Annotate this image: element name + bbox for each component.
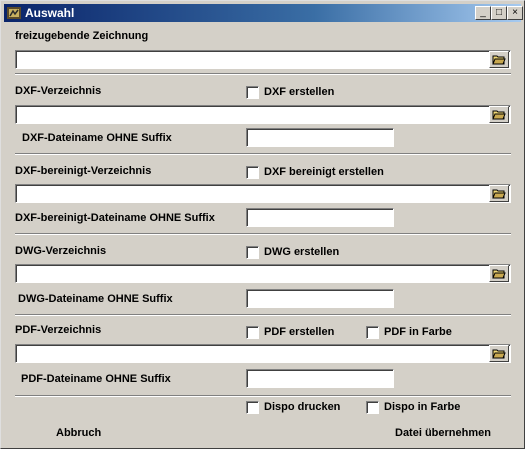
zeichnung-label: freizugebende Zeichnung (15, 30, 149, 42)
folder-open-icon (492, 269, 506, 279)
dxf-bereinigt-filename-input[interactable] (246, 208, 394, 227)
pdf-filename-label: PDF-Dateiname OHNE Suffix (21, 373, 171, 385)
pdf-color-label[interactable]: PDF in Farbe (384, 326, 452, 339)
dispo-print-checkbox[interactable] (246, 401, 259, 414)
dxf-bereinigt-browse-button[interactable] (489, 185, 509, 202)
window-title: Auswahl (25, 6, 75, 20)
pdf-dir-label: PDF-Verzeichnis (15, 324, 102, 336)
zeichnung-path-input[interactable] (15, 50, 511, 69)
dxf-dir-label: DXF-Verzeichnis (15, 85, 102, 97)
dispo-color-label[interactable]: Dispo in Farbe (384, 401, 460, 414)
dxf-filename-label: DXF-Dateiname OHNE Suffix (22, 132, 172, 144)
dispo-print-label[interactable]: Dispo drucken (264, 401, 340, 414)
cancel-button[interactable]: Abbruch (56, 427, 101, 440)
dxf-create-label[interactable]: DXF erstellen (264, 86, 334, 99)
accept-file-button[interactable]: Datei übernehmen (395, 427, 491, 440)
minimize-button[interactable]: _ (475, 6, 491, 20)
pdf-filename-input[interactable] (246, 369, 394, 388)
separator (15, 73, 511, 75)
folder-open-icon (492, 189, 506, 199)
dwg-create-checkbox[interactable] (246, 246, 259, 259)
dwg-path-input[interactable] (15, 264, 511, 283)
pdf-create-label[interactable]: PDF erstellen (264, 326, 334, 339)
dwg-dir-label: DWG-Verzeichnis (15, 245, 107, 257)
dxf-create-checkbox[interactable] (246, 86, 259, 99)
separator (15, 395, 511, 397)
folder-open-icon (492, 349, 506, 359)
separator (15, 314, 511, 316)
dwg-browse-button[interactable] (489, 265, 509, 282)
pdf-create-checkbox[interactable] (246, 326, 259, 339)
dxf-bereinigt-create-checkbox[interactable] (246, 166, 259, 179)
zeichnung-browse-button[interactable] (489, 51, 509, 68)
close-button[interactable]: × (507, 6, 523, 20)
dwg-filename-input[interactable] (246, 289, 394, 308)
dxf-filename-input[interactable] (246, 128, 394, 147)
pdf-color-checkbox[interactable] (366, 326, 379, 339)
dxf-bereinigt-dir-label: DXF-bereinigt-Verzeichnis (15, 165, 152, 177)
pdf-path-input[interactable] (15, 344, 511, 363)
dxf-path-input[interactable] (15, 105, 511, 124)
dxf-bereinigt-filename-label: DXF-bereinigt-Dateiname OHNE Suffix (15, 212, 215, 224)
dxf-bereinigt-path-input[interactable] (15, 184, 511, 203)
auswahl-window: Auswahl _ □ × freizugebende Zeichnung DX… (0, 0, 525, 449)
separator (15, 153, 511, 155)
title-bar[interactable]: Auswahl _ □ × (4, 4, 523, 22)
pdf-browse-button[interactable] (489, 345, 509, 362)
dwg-create-label[interactable]: DWG erstellen (264, 246, 339, 259)
dxf-bereinigt-create-label[interactable]: DXF bereinigt erstellen (264, 166, 384, 179)
app-icon[interactable] (6, 5, 22, 21)
dwg-filename-label: DWG-Dateiname OHNE Suffix (18, 293, 173, 305)
separator (15, 233, 511, 235)
folder-open-icon (492, 55, 506, 65)
dxf-browse-button[interactable] (489, 106, 509, 123)
folder-open-icon (492, 110, 506, 120)
dispo-color-checkbox[interactable] (366, 401, 379, 414)
maximize-button[interactable]: □ (491, 6, 507, 20)
